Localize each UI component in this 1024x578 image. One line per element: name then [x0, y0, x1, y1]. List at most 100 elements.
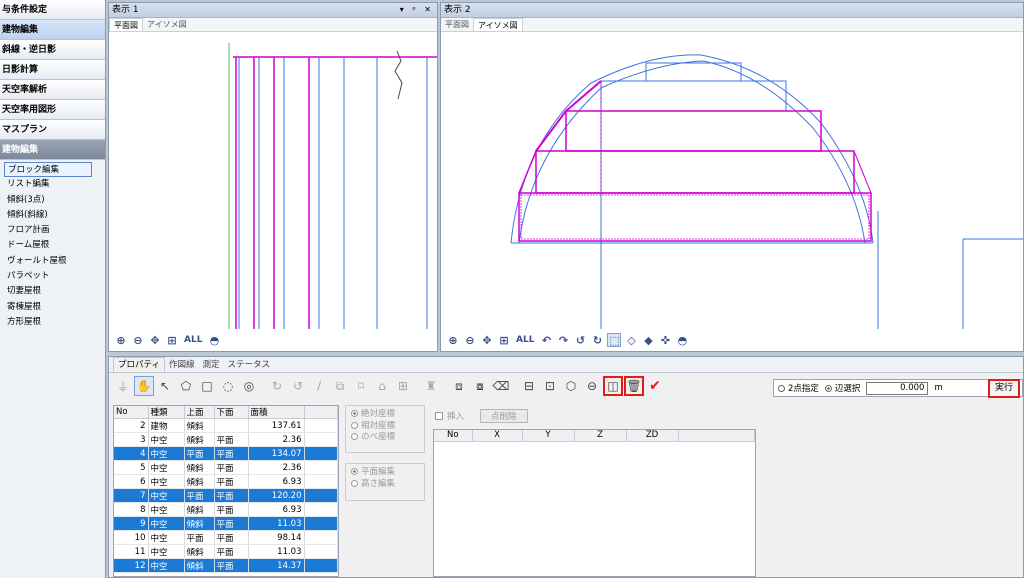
copy-block-icon[interactable]: ⧈ — [449, 376, 469, 396]
sub-item-pyramid-roof[interactable]: 方形屋根 — [0, 315, 105, 330]
rotate-up-icon[interactable]: ↺ — [573, 333, 587, 347]
tower-icon[interactable]: ♜ — [421, 376, 441, 396]
zoom-window-icon[interactable]: ⊞ — [497, 333, 511, 347]
sub-item-floor-plan[interactable]: フロア計画 — [0, 223, 105, 238]
circle-points-icon[interactable]: ◌ — [218, 376, 238, 396]
col-top[interactable]: 上面 — [184, 406, 215, 419]
pan-icon[interactable]: ✥ — [148, 333, 162, 347]
cube-outline-icon[interactable]: ◇ — [624, 333, 638, 347]
radio-absolute[interactable]: 絶対座標 — [351, 409, 419, 421]
insert-checkbox[interactable] — [435, 412, 443, 420]
table-row[interactable]: 12 中空 傾斜 平面 14.37 — [114, 558, 338, 573]
box-icon[interactable]: ⬡ — [561, 376, 581, 396]
offset-value-input[interactable]: 0.000 — [866, 381, 929, 395]
radio-relative[interactable]: 相対座標 — [351, 421, 419, 433]
sub-item-dome-roof[interactable]: ドーム屋根 — [0, 238, 105, 253]
nav-item-sky-analysis[interactable]: 天空率解析 — [0, 80, 105, 100]
table-row[interactable]: 8 中空 傾斜 平面 6.93 — [114, 502, 338, 517]
layer-down-icon[interactable]: ⊡ — [540, 376, 560, 396]
eye-icon[interactable]: ◓ — [207, 333, 221, 347]
rotate-ccw-icon[interactable]: ↺ — [288, 376, 308, 396]
view1-tab-plan[interactable]: 平面図 — [109, 18, 143, 31]
col-bottom[interactable]: 下面 — [214, 406, 249, 419]
view-direction-icon[interactable]: ✜ — [658, 333, 672, 347]
run-button[interactable]: 実行 — [988, 379, 1020, 398]
sub-item-vault-roof[interactable]: ヴォールト屋根 — [0, 254, 105, 269]
radio-edge-select[interactable]: 辺選択 — [824, 382, 860, 394]
trash-icon[interactable]: 🗑 — [624, 376, 644, 396]
sub-item-gable-roof[interactable]: 切妻屋根 — [0, 284, 105, 299]
radio-height-edit[interactable]: 高さ編集 — [351, 479, 419, 491]
table-row[interactable]: 3 中空 傾斜 平面 2.36 — [114, 432, 338, 447]
rotate-down-icon[interactable]: ↻ — [590, 333, 604, 347]
sub-item-slope-3pt[interactable]: 傾斜(3点) — [0, 193, 105, 208]
rotate-icon[interactable]: ↻ — [267, 376, 287, 396]
view1-window-controls[interactable]: ▾ ᵖ ✕ — [400, 3, 434, 17]
radio-cumulative[interactable]: のべ座標 — [351, 432, 419, 444]
layer-up-icon[interactable]: ⊟ — [519, 376, 539, 396]
pt-col-zd[interactable]: ZD — [626, 430, 679, 442]
pan-icon[interactable]: ✥ — [480, 333, 494, 347]
sub-item-slope-line[interactable]: 傾斜(斜線) — [0, 208, 105, 223]
view2-tab-plan[interactable]: 平面図 — [441, 18, 473, 31]
view1-tab-isometric[interactable]: アイソメ図 — [143, 18, 191, 31]
table-row[interactable]: 4 中空 平面 平面 134.07 — [114, 446, 338, 461]
zoom-all-button[interactable]: ALL — [182, 333, 204, 347]
zoom-out-icon[interactable]: ⊖ — [463, 333, 477, 347]
split-block-icon[interactable]: ◫ — [603, 376, 623, 396]
sub-item-parapet[interactable]: パラペット — [0, 269, 105, 284]
table-row[interactable]: 10 中空 平面 平面 98.14 — [114, 530, 338, 545]
view2-canvas[interactable] — [441, 33, 1023, 331]
wireframe-icon[interactable]: ⬚ — [607, 333, 622, 347]
radio-plan-edit[interactable]: 平面編集 — [351, 467, 419, 479]
sub-item-list-edit[interactable]: リスト編集 — [0, 177, 105, 192]
block-list-table[interactable]: No 種類 上面 下面 面積 2 建物 傾斜 137.61 3 中空 傾斜 平面 2.36 4 中空… — [113, 405, 339, 577]
tab-properties[interactable]: プロパティ — [113, 357, 165, 372]
table-row[interactable]: 6 中空 傾斜 平面 6.93 — [114, 474, 338, 489]
hand-icon[interactable]: ✋ — [134, 376, 154, 396]
nav-item-conditions[interactable]: 与条件設定 — [0, 0, 105, 20]
radio-two-point[interactable]: 2点指定 — [778, 382, 819, 394]
confirm-check-icon[interactable]: ✔ — [645, 376, 665, 396]
table-row[interactable]: 2 建物 傾斜 137.61 — [114, 418, 338, 433]
polygon-icon[interactable]: ⬠ — [176, 376, 196, 396]
sub-item-hip-roof[interactable]: 寄棟屋根 — [0, 300, 105, 315]
nav-item-building-edit[interactable]: 建物編集 — [0, 20, 105, 40]
cube-solid-icon[interactable]: ◆ — [641, 333, 655, 347]
mirror-icon[interactable]: ⧉ — [330, 376, 350, 396]
filter-icon[interactable]: ⏚ — [113, 376, 133, 396]
col-area[interactable]: 面積 — [248, 406, 305, 419]
zoom-window-icon[interactable]: ⊞ — [165, 333, 179, 347]
nav-item-sky-shapes[interactable]: 天空率用図形 — [0, 100, 105, 120]
eye-icon[interactable]: ◓ — [675, 333, 689, 347]
sub-item-block-edit[interactable]: ブロック編集 — [4, 162, 92, 178]
table-row[interactable]: 7 中空 平面 平面 120.20 — [114, 488, 338, 503]
delete-point-button[interactable]: 点削除 — [480, 409, 528, 423]
zoom-in-icon[interactable]: ⊕ — [446, 333, 460, 347]
table-row[interactable]: 11 中空 傾斜 平面 11.03 — [114, 544, 338, 559]
nav-item-shadow-calc[interactable]: 日影計算 — [0, 60, 105, 80]
view2-tab-isometric[interactable]: アイソメ図 — [473, 18, 523, 31]
rotate-left-icon[interactable]: ↶ — [539, 333, 553, 347]
pt-col-z[interactable]: Z — [574, 430, 627, 442]
cylinder-icon[interactable]: ⊖ — [582, 376, 602, 396]
circle-target-icon[interactable]: ◎ — [239, 376, 259, 396]
tab-status[interactable]: ステータス — [224, 358, 275, 372]
zoom-all-button[interactable]: ALL — [514, 333, 536, 347]
view1-canvas[interactable] — [109, 33, 437, 331]
section-header-building-edit[interactable]: 建物編集 — [0, 140, 105, 160]
rectangle-icon[interactable]: □ — [197, 376, 217, 396]
pt-col-no[interactable]: No — [434, 430, 473, 442]
nav-item-slant-shadow[interactable]: 斜線・逆日影 — [0, 40, 105, 60]
col-kind[interactable]: 種類 — [148, 406, 185, 419]
tab-construction-lines[interactable]: 作図線 — [165, 358, 199, 372]
table-row[interactable]: 5 中空 傾斜 平面 2.36 — [114, 460, 338, 475]
pointer-icon[interactable]: ↖ — [155, 376, 175, 396]
move-icon[interactable]: ⌑ — [351, 376, 371, 396]
building-icon[interactable]: ⌂ — [372, 376, 392, 396]
stack-icon[interactable]: ⊞ — [393, 376, 413, 396]
paste-block-icon[interactable]: ⧇ — [470, 376, 490, 396]
eraser-icon[interactable]: ⌫ — [491, 376, 511, 396]
col-no[interactable]: No — [114, 406, 149, 419]
table-row[interactable]: 9 中空 傾斜 平面 11.03 — [114, 516, 338, 531]
